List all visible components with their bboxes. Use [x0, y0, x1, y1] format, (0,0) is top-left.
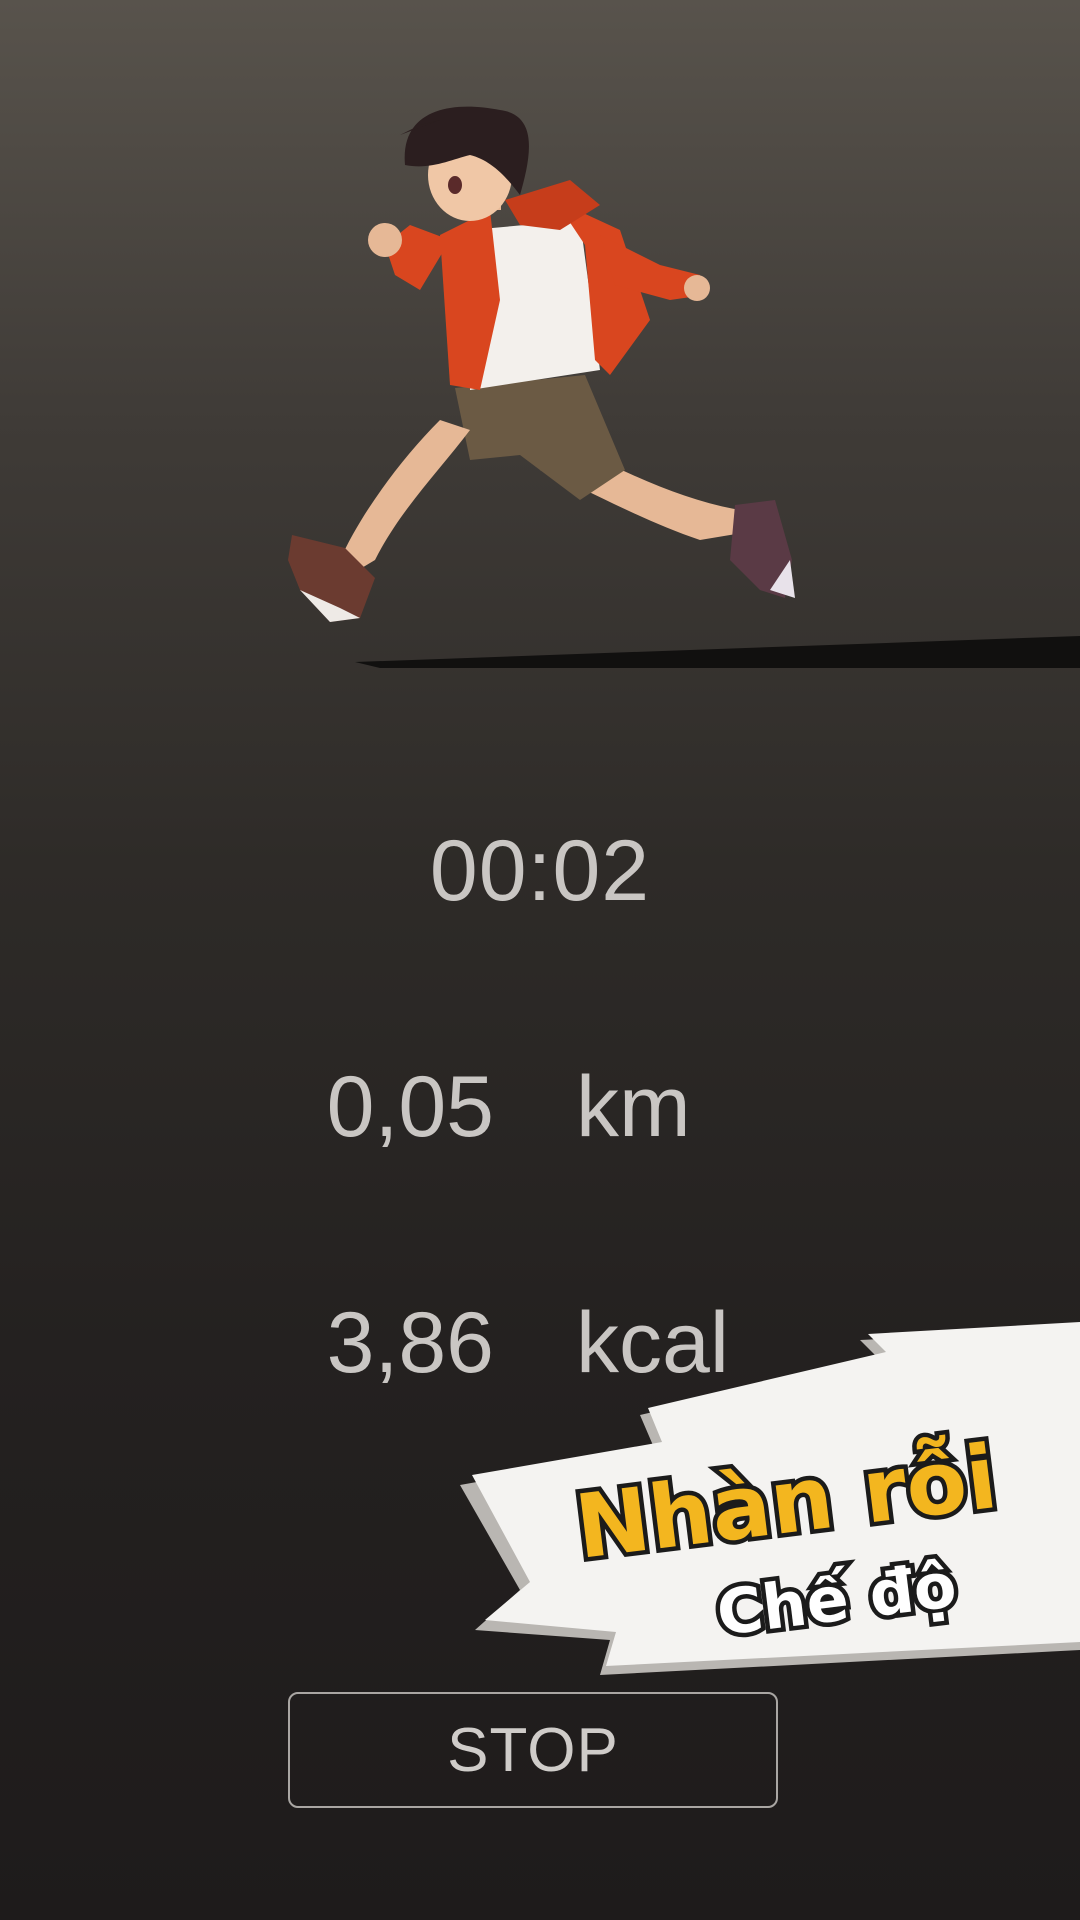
runner-illustration	[288, 106, 1080, 668]
elapsed-timer: 00:02	[429, 823, 651, 919]
stop-button[interactable]: STOP	[288, 1692, 778, 1808]
badge-burst: Nhàn rỗi Chế độ	[460, 1322, 1080, 1675]
distance-row: 0,05 km	[0, 1058, 1080, 1158]
distance-value: 0,05	[326, 1059, 494, 1155]
idle-mode-badge: Nhàn rỗi Chế độ	[440, 1300, 1080, 1720]
distance-unit: km	[576, 1059, 691, 1155]
